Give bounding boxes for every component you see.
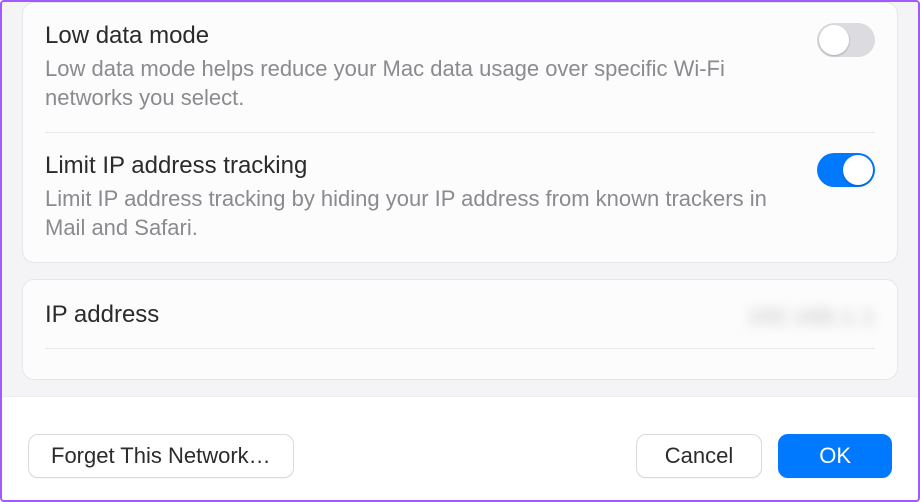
- forget-network-button[interactable]: Forget This Network…: [28, 434, 294, 478]
- settings-content: Low data mode Low data mode helps reduce…: [2, 2, 918, 398]
- toggle-knob: [819, 25, 849, 55]
- limit-ip-tracking-desc: Limit IP address tracking by hiding your…: [45, 185, 787, 242]
- ip-address-row: IP address 192.168.1.1: [45, 280, 875, 349]
- toggle-knob: [843, 155, 873, 185]
- card-spacer: [45, 349, 875, 379]
- low-data-mode-desc: Low data mode helps reduce your Mac data…: [45, 55, 787, 112]
- low-data-mode-row: Low data mode Low data mode helps reduce…: [45, 3, 875, 132]
- row-text: Limit IP address tracking Limit IP addre…: [45, 151, 817, 242]
- settings-dialog: Low data mode Low data mode helps reduce…: [0, 0, 920, 502]
- footer-right-buttons: Cancel OK: [636, 434, 892, 478]
- limit-ip-tracking-title: Limit IP address tracking: [45, 151, 787, 181]
- limit-ip-tracking-toggle[interactable]: [817, 153, 875, 187]
- ip-card: IP address 192.168.1.1: [22, 279, 898, 380]
- options-card: Low data mode Low data mode helps reduce…: [22, 2, 898, 263]
- ip-address-label: IP address: [45, 300, 159, 330]
- cancel-button[interactable]: Cancel: [636, 434, 762, 478]
- dialog-footer: Forget This Network… Cancel OK: [4, 396, 916, 498]
- ok-button[interactable]: OK: [778, 434, 892, 478]
- limit-ip-tracking-row: Limit IP address tracking Limit IP addre…: [45, 132, 875, 262]
- row-text: Low data mode Low data mode helps reduce…: [45, 21, 817, 112]
- low-data-mode-title: Low data mode: [45, 21, 787, 51]
- low-data-mode-toggle[interactable]: [817, 23, 875, 57]
- ip-address-value: 192.168.1.1: [748, 304, 875, 330]
